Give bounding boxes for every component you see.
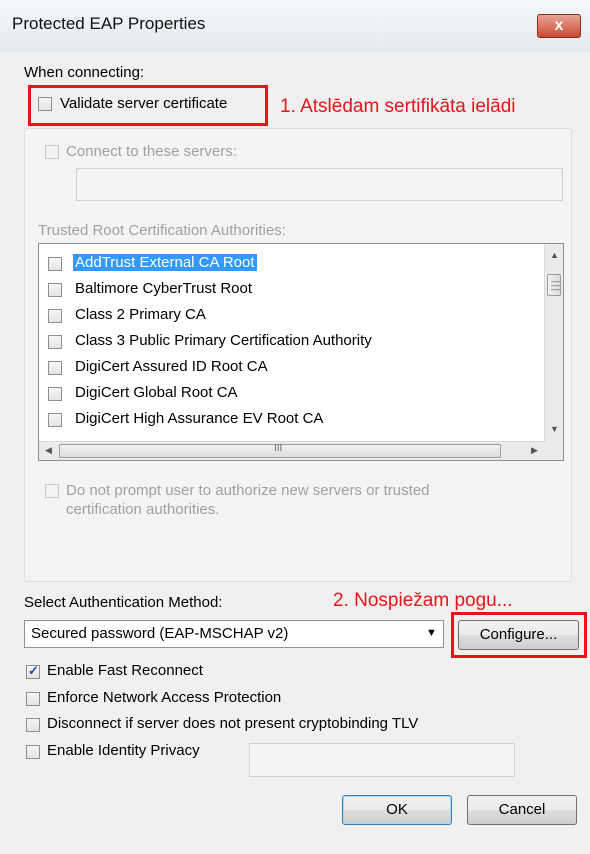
authority-checkbox[interactable] — [48, 361, 62, 375]
identity-field — [249, 743, 515, 777]
annotation-step1: 1. Atslēdam sertifikāta ielādi — [280, 96, 516, 117]
annotation-box-configure — [451, 612, 587, 658]
authority-label: DigiCert Global Root CA — [75, 384, 238, 401]
horizontal-scrollbar[interactable]: ◀ III ▶ — [39, 441, 547, 460]
identity-privacy-label: Enable Identity Privacy — [47, 742, 200, 759]
auth-method-heading: Select Authentication Method: — [24, 594, 223, 611]
scroll-left-icon[interactable]: ◀ — [45, 445, 52, 456]
authorities-list[interactable]: AddTrust External CA Root Baltimore Cybe… — [38, 243, 564, 461]
authority-label: Class 2 Primary CA — [75, 306, 206, 323]
chevron-down-icon[interactable]: ▼ — [426, 627, 437, 639]
annotation-box-validate — [28, 85, 268, 126]
vertical-scroll-thumb[interactable]: — — — — [547, 274, 561, 296]
no-prompt-label-line1: Do not prompt user to authorize new serv… — [66, 482, 430, 499]
disconnect-tlv-label: Disconnect if server does not present cr… — [47, 715, 419, 732]
authority-label: Class 3 Public Primary Certification Aut… — [75, 332, 372, 349]
authority-checkbox[interactable] — [48, 413, 62, 427]
authority-checkbox[interactable] — [48, 309, 62, 323]
no-prompt-checkbox — [45, 484, 59, 498]
no-prompt-label-line2: certification authorities. — [66, 501, 220, 518]
fast-reconnect-checkbox[interactable] — [26, 663, 40, 679]
enforce-nap-checkbox[interactable] — [26, 692, 40, 706]
vertical-scrollbar[interactable]: ▲ — — — ▼ — [544, 244, 563, 442]
scroll-right-icon[interactable]: ▶ — [531, 445, 538, 456]
title-bar: Protected EAP Properties x — [0, 0, 590, 52]
enforce-nap-label: Enforce Network Access Protection — [47, 689, 282, 706]
disconnect-tlv-checkbox[interactable] — [26, 718, 40, 732]
ok-button[interactable]: OK — [342, 795, 452, 825]
close-button[interactable]: x — [537, 14, 581, 38]
authority-checkbox[interactable] — [48, 257, 62, 271]
servers-field — [76, 168, 563, 201]
window-title: Protected EAP Properties — [12, 14, 206, 33]
authority-label: AddTrust External CA Root — [73, 254, 257, 271]
ok-label: OK — [386, 801, 408, 818]
scroll-up-icon[interactable]: ▲ — [550, 250, 559, 260]
cancel-button[interactable]: Cancel — [467, 795, 577, 825]
when-connecting-heading: When connecting: — [24, 64, 145, 81]
close-icon: x — [554, 17, 564, 34]
authority-checkbox[interactable] — [48, 387, 62, 401]
authority-label: Baltimore CyberTrust Root — [75, 280, 252, 297]
trusted-authorities-heading: Trusted Root Certification Authorities: — [38, 222, 286, 239]
horizontal-scroll-thumb[interactable]: III — [59, 443, 501, 458]
fast-reconnect-label: Enable Fast Reconnect — [47, 662, 203, 679]
auth-method-value: Secured password (EAP-MSCHAP v2) — [31, 625, 289, 642]
scroll-corner — [545, 442, 563, 460]
annotation-step2: 2. Nospiežam pogu... — [333, 590, 513, 611]
auth-method-select[interactable]: Secured password (EAP-MSCHAP v2) ▼ — [24, 620, 444, 648]
scroll-down-icon[interactable]: ▼ — [550, 424, 559, 434]
cancel-label: Cancel — [498, 801, 546, 818]
scroll-grip-icon: III — [274, 443, 283, 454]
connect-servers-label: Connect to these servers: — [66, 143, 237, 160]
connect-servers-checkbox — [45, 145, 59, 159]
authority-checkbox[interactable] — [48, 283, 62, 297]
authority-checkbox[interactable] — [48, 335, 62, 349]
authority-label: DigiCert Assured ID Root CA — [75, 358, 268, 375]
identity-privacy-checkbox[interactable] — [26, 745, 40, 759]
authority-label: DigiCert High Assurance EV Root CA — [75, 410, 324, 427]
